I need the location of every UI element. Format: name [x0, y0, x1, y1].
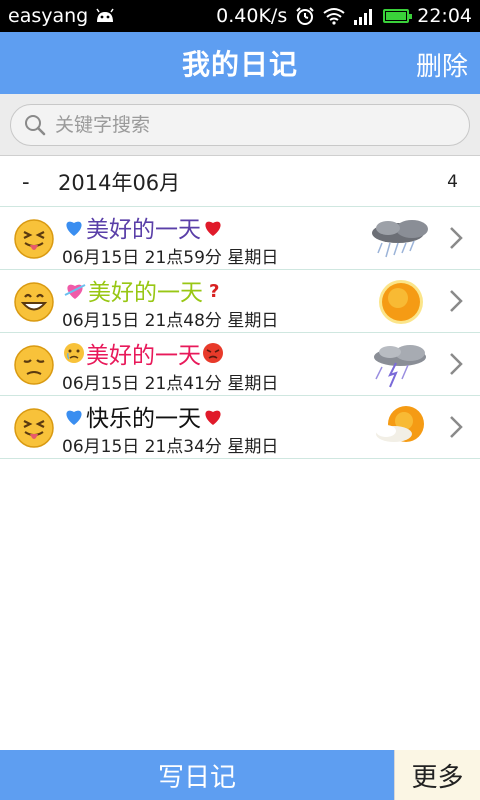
group-month-label: 2014年06月	[58, 170, 181, 195]
bottom-bar: 写日记 更多	[0, 750, 480, 800]
search-bar	[0, 94, 480, 156]
status-left: easyang	[8, 5, 116, 27]
network-speed: 0.40K/s	[216, 5, 288, 27]
heart-with-ribbon-icon	[64, 284, 86, 299]
entry-title-line: 快乐的一天	[62, 399, 225, 433]
blue-heart-icon	[66, 221, 82, 236]
wifi-icon	[323, 8, 345, 25]
month-group-header[interactable]: - 2014年06月 4	[0, 157, 480, 207]
entry-title-line: 美好的一天 ?	[62, 273, 223, 307]
signal-icon	[354, 9, 373, 25]
status-bar: easyang 0.40K/s 22:04	[0, 0, 480, 32]
entry-title: 快乐的一天	[86, 406, 201, 432]
entry-title-line: 美好的一天	[62, 336, 225, 370]
diary-entry[interactable]: 美好的一天 ? 06月15日 21点48分 星期日	[0, 270, 480, 333]
screen: easyang 0.40K/s 22:04 我的日记 删除 关键字搜索 - 20…	[0, 0, 480, 800]
page-title: 我的日记	[181, 48, 298, 81]
entry-date: 06月15日 21点34分 星期日	[62, 437, 279, 457]
battery-fill	[386, 12, 407, 20]
rain-cloud-icon	[372, 220, 428, 258]
status-right: 0.40K/s 22:04	[216, 5, 472, 27]
angry-face-icon	[203, 343, 223, 363]
carrier-label: easyang	[8, 5, 89, 27]
diary-list: 美好的一天 06月15日 21点59分 星期日 美好的一天 ? 06月15日 2…	[0, 207, 480, 459]
entry-title: 美好的一天	[86, 343, 201, 369]
battery-icon	[383, 9, 413, 23]
diary-entry[interactable]: 美好的一天 06月15日 21点59分 星期日	[0, 207, 480, 270]
grinning-face-icon	[14, 282, 54, 322]
red-heart-icon	[205, 221, 221, 236]
diary-entry[interactable]: 快乐的一天 06月15日 21点34分 星期日	[0, 396, 480, 459]
tongue-out-face-icon	[14, 408, 54, 448]
chevron-right-icon	[450, 290, 463, 312]
entry-date: 06月15日 21点59分 星期日	[62, 248, 279, 268]
crying-face-icon	[64, 343, 84, 363]
clock: 22:04	[417, 5, 472, 27]
entry-title: 美好的一天	[88, 280, 203, 306]
more-button[interactable]: 更多	[394, 750, 480, 800]
delete-button[interactable]: 删除	[416, 46, 468, 83]
entry-date: 06月15日 21点41分 星期日	[62, 374, 279, 394]
write-diary-button[interactable]: 写日记	[0, 750, 394, 800]
android-icon	[96, 8, 114, 22]
alarm-icon	[296, 7, 314, 25]
entry-title-line: 美好的一天	[62, 210, 225, 244]
pensive-face-icon	[14, 345, 54, 385]
question-mark-icon: ?	[209, 281, 219, 301]
chevron-right-icon	[450, 416, 463, 438]
entry-date: 06月15日 21点48分 星期日	[62, 311, 279, 331]
chevron-right-icon	[450, 227, 463, 249]
red-heart-icon	[205, 410, 221, 425]
entry-title: 美好的一天	[86, 217, 201, 243]
svg-text:?: ?	[209, 281, 219, 301]
blue-heart-icon	[66, 410, 82, 425]
diary-entry[interactable]: 美好的一天 06月15日 21点41分 星期日	[0, 333, 480, 396]
sun-behind-cloud-icon	[376, 406, 424, 442]
group-entry-count: 4	[447, 171, 458, 192]
group-collapse-toggle[interactable]: -	[22, 170, 58, 194]
search-input[interactable]	[55, 114, 435, 136]
search-icon	[25, 115, 46, 136]
tongue-out-face-icon	[14, 219, 54, 259]
thunderstorm-cloud-icon	[374, 345, 426, 388]
sun-icon	[379, 280, 423, 324]
chevron-right-icon	[450, 353, 463, 375]
title-bar: 我的日记 删除	[0, 32, 480, 94]
search-box[interactable]	[10, 104, 470, 146]
